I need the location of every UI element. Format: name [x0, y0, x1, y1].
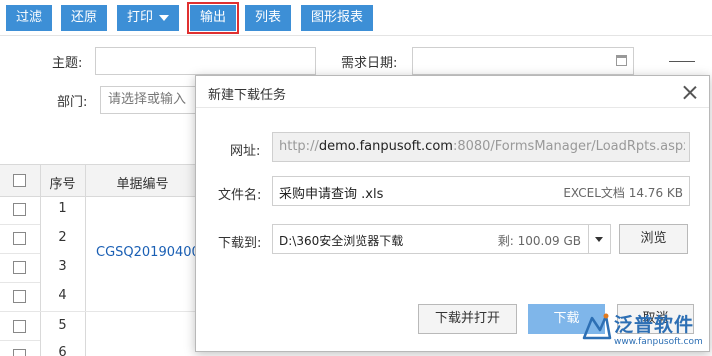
- url-prefix: http://: [279, 139, 319, 154]
- row-index: 6: [58, 345, 67, 356]
- row-checkbox[interactable]: [13, 203, 26, 216]
- url-rest: :8080/FormsManager/LoadRpts.aspx?Rptid: [452, 139, 685, 154]
- brand-site: www.fanpusoft.com: [614, 337, 703, 347]
- dialog-title: 新建下载任务: [208, 88, 287, 103]
- brand-name: 泛普软件: [614, 314, 695, 336]
- url-label: 网址:: [230, 144, 261, 159]
- brand-watermark: 泛普软件 www.fanpusoft.com: [578, 306, 712, 356]
- row-divider: [0, 340, 40, 341]
- row-checkbox[interactable]: [13, 320, 26, 333]
- filter-button[interactable]: 过滤: [6, 5, 52, 31]
- row-divider: [0, 253, 40, 254]
- filename-value: 采购申请查询 .xls: [279, 187, 384, 202]
- calendar-icon[interactable]: [616, 55, 627, 66]
- filename-input[interactable]: 采购申请查询 .xls EXCEL文档 14.76 KB: [272, 176, 690, 206]
- dialog-titlebar: 新建下载任务: [196, 76, 709, 108]
- row-checkbox[interactable]: [13, 349, 26, 356]
- url-text: http://demo.fanpusoft.com:8080/FormsMana…: [279, 139, 685, 154]
- print-label: 打印: [126, 10, 153, 25]
- date-label: 需求日期:: [341, 56, 398, 71]
- row-index: 4: [58, 288, 67, 303]
- url-field: http://demo.fanpusoft.com:8080/FormsMana…: [272, 132, 690, 162]
- saveto-label: 下载到:: [218, 236, 262, 251]
- row-index: 1: [58, 201, 67, 216]
- range-dash: [669, 61, 695, 62]
- directory-select[interactable]: D:\360安全浏览器下载 剩: 100.09 GB: [272, 224, 611, 254]
- url-host: demo.fanpusoft.com: [318, 139, 453, 154]
- toolbar: 过滤 还原 打印 输出 列表 图形报表: [0, 0, 712, 36]
- filename-label: 文件名:: [218, 188, 262, 203]
- chevron-down-icon[interactable]: [588, 225, 610, 253]
- column-header-doc-number: 单据编号: [116, 177, 169, 192]
- directory-value: D:\360安全浏览器下载: [279, 234, 404, 248]
- chevron-down-icon: [159, 14, 169, 21]
- close-icon[interactable]: [683, 85, 697, 99]
- col-divider: [85, 165, 86, 356]
- row-index: 2: [58, 230, 67, 245]
- file-info: EXCEL文档 14.76 KB: [563, 186, 683, 200]
- column-header-index: 序号: [49, 177, 76, 192]
- chart-report-button[interactable]: 图形报表: [301, 5, 373, 31]
- data-grid: 序号 单据编号 1 2 3 4 5 6 CGSQ20190400: [0, 164, 200, 356]
- reset-button[interactable]: 还原: [61, 5, 107, 31]
- export-button[interactable]: 输出: [187, 2, 239, 34]
- row-checkbox[interactable]: [13, 232, 26, 245]
- row-checkbox[interactable]: [13, 290, 26, 303]
- row-divider: [0, 282, 40, 283]
- print-button[interactable]: 打印: [117, 5, 179, 31]
- row-divider: [0, 311, 200, 312]
- brand-logo-icon: [582, 313, 612, 340]
- free-space: 剩: 100.09 GB: [497, 234, 581, 248]
- download-open-button[interactable]: 下载并打开: [418, 304, 517, 334]
- subject-label: 主题:: [52, 56, 83, 71]
- doc-number-link[interactable]: CGSQ20190400: [96, 245, 200, 260]
- dept-label: 部门:: [57, 95, 88, 110]
- browse-button[interactable]: 浏览: [619, 224, 688, 254]
- subject-input[interactable]: [95, 47, 316, 75]
- row-divider: [0, 224, 40, 225]
- dept-input[interactable]: 请选择或输入: [100, 86, 196, 114]
- row-index: 3: [58, 259, 67, 274]
- select-all-checkbox[interactable]: [13, 174, 26, 187]
- date-input[interactable]: [412, 47, 634, 75]
- list-button[interactable]: 列表: [245, 5, 291, 31]
- row-index: 5: [58, 318, 67, 333]
- row-checkbox[interactable]: [13, 261, 26, 274]
